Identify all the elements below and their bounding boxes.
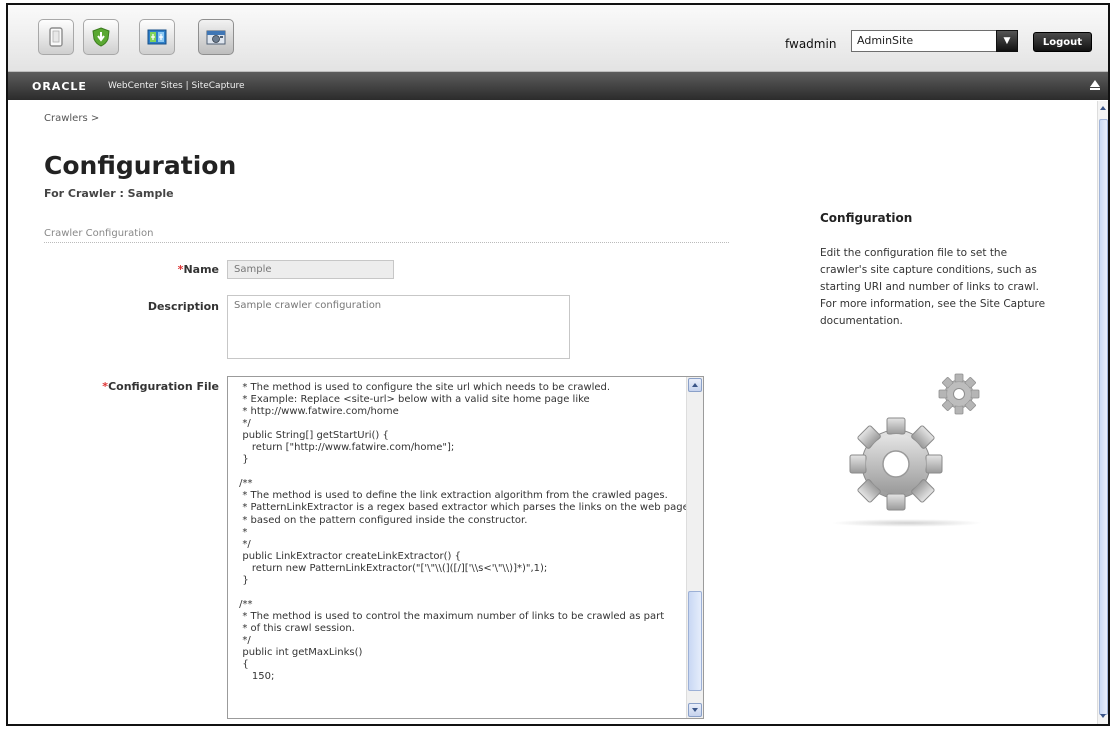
shield-download-button[interactable]: [83, 19, 119, 55]
page-scroll-thumb[interactable]: [1099, 119, 1108, 715]
oracle-logo: ORACLE: [32, 80, 87, 93]
gear-shadow: [831, 519, 983, 527]
browser-frame: fwadmin AdminSite ▼ Logout ORACLE WebCen…: [6, 3, 1110, 726]
shield-download-icon: [92, 27, 110, 47]
description-label: Description: [147, 300, 219, 313]
camera-icon: [206, 30, 226, 45]
section-divider: [44, 242, 729, 243]
breadcrumb[interactable]: Crawlers >: [44, 113, 99, 124]
blank-page-button[interactable]: [38, 19, 74, 55]
blank-page-icon: [49, 27, 63, 47]
description-field[interactable]: Sample crawler configuration: [227, 295, 570, 359]
gears-icon: [849, 373, 980, 511]
section-label: Crawler Configuration: [44, 228, 154, 239]
page-subtitle: For Crawler : Sample: [44, 187, 174, 200]
scroll-up-icon[interactable]: [688, 378, 702, 392]
logout-button[interactable]: Logout: [1033, 32, 1092, 52]
page-scrollbar[interactable]: [1097, 101, 1108, 724]
name-label: *Name: [177, 263, 219, 276]
page-scroll-up-icon[interactable]: [1099, 104, 1108, 114]
scroll-down-icon[interactable]: [688, 703, 702, 717]
main-content: Crawlers > Configuration For Crawler : S…: [8, 101, 1096, 724]
dashboard-button[interactable]: [139, 19, 175, 55]
top-toolbar: fwadmin AdminSite ▼ Logout: [8, 5, 1108, 72]
name-field[interactable]: Sample: [227, 260, 394, 279]
site-select[interactable]: AdminSite ▼: [851, 30, 1018, 52]
config-file-editor[interactable]: * The method is used to configure the si…: [227, 376, 704, 719]
config-file-text[interactable]: * The method is used to configure the si…: [228, 377, 703, 683]
site-select-value: AdminSite: [857, 34, 914, 47]
page-scroll-down-icon[interactable]: [1099, 712, 1108, 722]
dashboard-icon: [147, 29, 167, 45]
config-scrollbar[interactable]: [686, 377, 703, 718]
site-capture-button[interactable]: [198, 19, 234, 55]
help-text: Edit the configuration file to set the c…: [820, 247, 1046, 327]
config-file-label: *Configuration File: [102, 380, 219, 393]
current-user: fwadmin: [785, 37, 837, 51]
help-title: Configuration: [820, 211, 913, 225]
brand-bar: ORACLE WebCenter Sites | SiteCapture: [8, 72, 1108, 100]
page-title: Configuration: [44, 151, 237, 180]
scroll-thumb[interactable]: [688, 591, 702, 691]
chevron-down-icon[interactable]: ▼: [996, 30, 1018, 52]
product-name: WebCenter Sites | SiteCapture: [108, 81, 245, 91]
collapse-icon[interactable]: [1090, 80, 1100, 90]
